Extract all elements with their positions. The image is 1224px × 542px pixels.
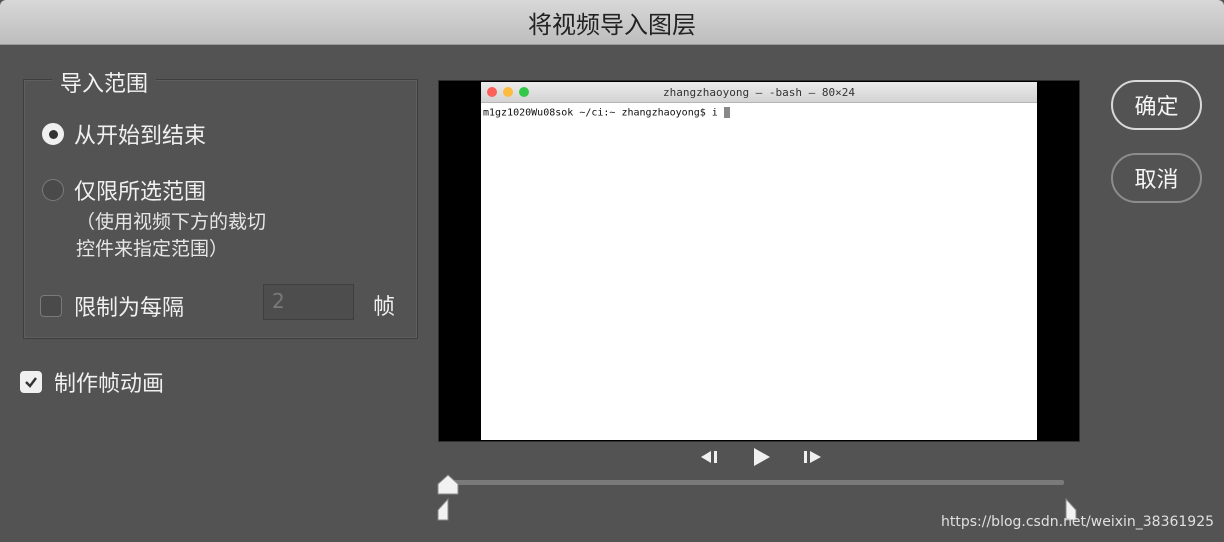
terminal-titlebar: zhangzhaoyong — -bash — 80×24 <box>481 82 1037 103</box>
checkmark-icon <box>25 377 37 388</box>
dialog-title: 将视频导入图层 <box>0 0 1224 45</box>
terminal-frame: zhangzhaoyong — -bash — 80×24 m1gz1020Wu… <box>481 82 1037 440</box>
terminal-cursor <box>723 107 730 118</box>
limit-frames-label: 限制为每隔 <box>74 296 185 321</box>
terminal-prompt-line: m1gz1020Wu08sok ~/ci:~ zhangzhaoyong$ i <box>481 103 1037 123</box>
zoom-dot-icon <box>519 87 529 97</box>
make-animation-row[interactable]: 制作帧动画 <box>20 366 164 398</box>
import-range-title: 导入范围 <box>52 66 157 98</box>
range-hint-1: （使用视频下方的裁切 <box>76 211 267 233</box>
trim-timeline[interactable] <box>448 480 1064 485</box>
radio-row-all[interactable]: 从开始到结束 <box>42 118 206 150</box>
playhead-handle[interactable] <box>436 474 460 496</box>
radio-row-selected[interactable]: 仅限所选范围 <box>42 174 206 206</box>
close-dot-icon <box>487 87 497 97</box>
terminal-prompt: m1gz1020Wu08sok ~/ci:~ zhangzhaoyong$ i <box>483 107 718 119</box>
traffic-lights <box>487 87 529 97</box>
watermark: https://blog.csdn.net/weixin_38361925 <box>941 514 1215 530</box>
trim-start-handle[interactable] <box>436 498 450 522</box>
limit-frames-checkbox[interactable] <box>40 295 62 317</box>
frames-input[interactable]: 2 <box>263 284 354 320</box>
limit-frames-row[interactable]: 限制为每隔 <box>40 290 184 322</box>
terminal-title: zhangzhaoyong — -bash — 80×24 <box>662 85 856 99</box>
playback-controls <box>697 447 825 472</box>
radio-selected[interactable] <box>42 179 64 201</box>
step-back-icon[interactable] <box>697 449 721 470</box>
video-preview: zhangzhaoyong — -bash — 80×24 m1gz1020Wu… <box>438 80 1080 442</box>
ok-button[interactable]: 确定 <box>1111 80 1202 130</box>
make-animation-checkbox[interactable] <box>20 371 42 393</box>
play-icon[interactable] <box>751 447 771 472</box>
radio-all-label: 从开始到结束 <box>74 124 207 149</box>
radio-selected-label: 仅限所选范围 <box>74 180 207 205</box>
step-forward-icon[interactable] <box>801 449 825 470</box>
cancel-button[interactable]: 取消 <box>1111 153 1202 203</box>
frames-unit: 帧 <box>373 295 396 320</box>
minimize-dot-icon <box>503 87 513 97</box>
make-animation-label: 制作帧动画 <box>54 372 165 397</box>
range-hint-2: 控件来指定范围） <box>76 238 229 260</box>
radio-all[interactable] <box>42 123 64 145</box>
